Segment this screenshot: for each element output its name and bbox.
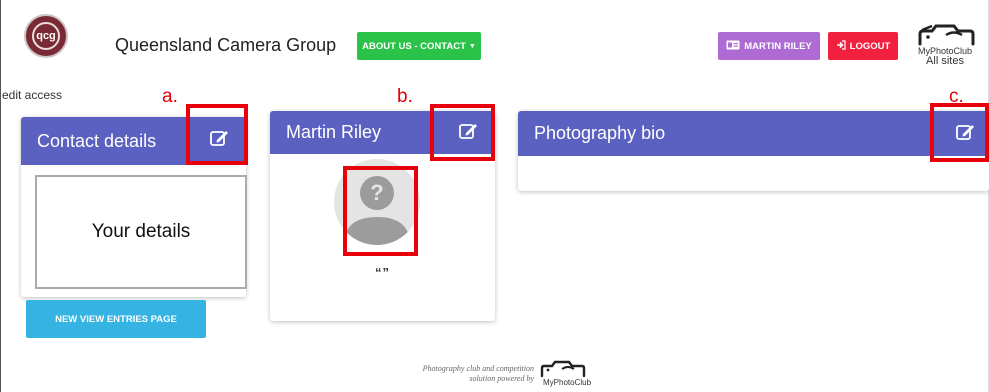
photography-bio-card: Photography bio: [518, 111, 989, 191]
sign-out-icon: [836, 39, 846, 53]
logout-button[interactable]: LOGOUT: [828, 32, 898, 60]
bio-title: Photography bio: [534, 123, 666, 143]
contact-details-title: Contact details: [37, 130, 157, 151]
id-card-icon: [726, 40, 740, 53]
new-view-entries-button[interactable]: NEW VIEW ENTRIES PAGE: [26, 300, 206, 338]
user-button-label: MARTIN RILEY: [744, 40, 812, 52]
myphotoclub-brand: MyPhotoClub All sites: [912, 46, 978, 67]
details-placeholder-box: Your details: [35, 175, 247, 289]
about-contact-dropdown-button[interactable]: ABOUT US - CONTACT ▼: [357, 32, 481, 60]
footer-line-2: solution powered by: [469, 374, 534, 383]
highlight-box-b: [430, 104, 495, 161]
footer-brand: MyPhotoClub: [543, 378, 592, 387]
user-profile-button[interactable]: MARTIN RILEY: [718, 32, 820, 60]
profile-name: Martin Riley: [286, 122, 382, 142]
footer-powered-by: Photography club and competition solutio…: [370, 364, 534, 384]
marker-b: b.: [397, 86, 413, 107]
bio-quote-marks: “”: [375, 265, 390, 280]
site-title: Queensland Camera Group: [115, 35, 337, 55]
all-sites-label: All sites: [926, 55, 964, 67]
details-placeholder-text: Your details: [91, 221, 191, 242]
club-logo-text: qcg: [32, 22, 60, 50]
highlight-box-c: [930, 103, 989, 162]
bio-header: Photography bio: [518, 111, 989, 156]
caret-down-icon: ▼: [468, 42, 476, 50]
club-logo[interactable]: qcg: [24, 14, 68, 58]
highlight-box-avatar: [343, 166, 418, 256]
footer-line-1: Photography club and competition: [422, 364, 534, 373]
edit-access-text: edit access: [2, 88, 63, 102]
about-contact-label: ABOUT US - CONTACT: [362, 40, 466, 52]
logout-label: LOGOUT: [849, 40, 891, 52]
marker-a: a.: [162, 86, 178, 107]
highlight-box-a: [186, 104, 248, 165]
